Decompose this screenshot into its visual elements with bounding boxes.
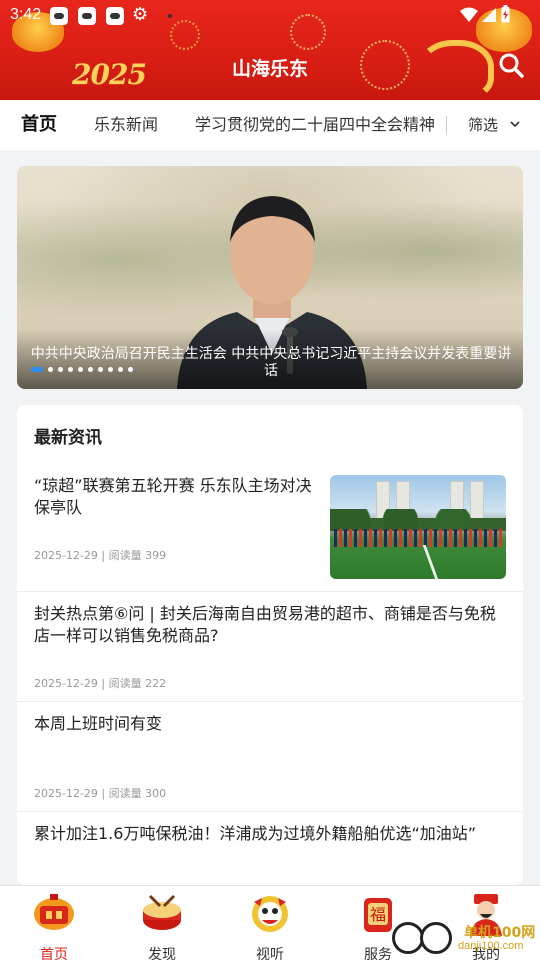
app-title: 山海乐东	[231, 58, 308, 80]
search-icon[interactable]	[498, 52, 524, 78]
car-app-icon	[78, 7, 96, 25]
news-meta: 2025-12-29 | 阅读量 222	[34, 677, 167, 690]
status-dot-icon	[168, 14, 172, 18]
watermark-text: 单机100网	[464, 925, 536, 941]
news-item[interactable]: “琼超”联赛第五轮开赛 乐东队主场对决保亭队 2025-12-29 | 阅读量 …	[17, 465, 523, 592]
thumb-trees	[330, 509, 506, 531]
battery-icon	[501, 5, 510, 23]
news-title[interactable]: “琼超”联赛第五轮开赛 乐东队主场对决保亭队	[34, 475, 314, 519]
news-thumbnail[interactable]	[330, 475, 506, 579]
gear-icon: ⚙	[132, 4, 149, 25]
app-header: 2025 3:42 ⚙ 山海乐东	[0, 0, 540, 100]
news-title[interactable]: 封关热点第⑥问 | 封关后海南自由贸易港的超市、商铺是否与免税店一样可以销售免税…	[34, 603, 504, 647]
svg-text:福: 福	[370, 905, 386, 924]
news-title[interactable]: 累计加注1.6万吨保税油！洋浦成为过境外籍船舶优选“加油站”	[34, 823, 504, 845]
nav-audiovisual[interactable]: 视听	[216, 886, 324, 960]
category-tabs: 首页 乐东新闻 学习贯彻党的二十届四中全会精神 筛选	[0, 100, 540, 150]
carousel-dot[interactable]	[128, 367, 133, 372]
watermark-logo: 单机100网 danji100.com	[392, 918, 540, 960]
carousel-dot[interactable]	[58, 367, 63, 372]
carousel-dot[interactable]	[108, 367, 113, 372]
watermark-url: danji100.com	[458, 940, 524, 952]
thumb-players	[334, 529, 502, 547]
banner-caption[interactable]: 中共中央政治局召开民主生活会 中共中央总书记习近平主持会议并发表重要讲话	[29, 346, 513, 380]
filter-button[interactable]: 筛选	[468, 100, 498, 150]
banner-carousel[interactable]: 中共中央政治局召开民主生活会 中共中央总书记习近平主持会议并发表重要讲话	[17, 166, 523, 389]
tab-home[interactable]: 首页	[21, 100, 57, 150]
tab-ledong-news[interactable]: 乐东新闻	[94, 100, 158, 150]
nav-label: 视听	[256, 947, 284, 960]
drum-icon	[143, 894, 181, 930]
lion-dance-icon	[252, 896, 288, 932]
carousel-dot[interactable]	[48, 367, 53, 372]
wifi-icon	[460, 7, 478, 22]
carousel-dot[interactable]	[68, 367, 73, 372]
status-time: 3:42	[10, 6, 42, 23]
chevron-down-icon[interactable]	[510, 119, 520, 129]
news-section-heading: 最新资讯	[34, 428, 102, 448]
carousel-dot[interactable]	[31, 367, 43, 372]
news-title[interactable]: 本周上班时间有变	[34, 713, 504, 735]
carousel-dot[interactable]	[78, 367, 83, 372]
car-app-icon	[50, 7, 68, 25]
nav-home[interactable]: 首页	[0, 886, 108, 960]
news-item[interactable]: 封关热点第⑥问 | 封关后海南自由贸易港的超市、商铺是否与免税店一样可以销售免税…	[17, 592, 523, 702]
news-item[interactable]: 累计加注1.6万吨保税油！洋浦成为过境外籍船舶优选“加油站”	[17, 812, 523, 885]
watermark-play-icon	[420, 922, 452, 954]
carousel-indicator	[31, 367, 138, 373]
latest-news-card: 最新资讯 “琼超”联赛第五轮开赛 乐东队主场对决保亭队 2025-12-29 |…	[17, 405, 523, 885]
nav-label: 首页	[40, 947, 68, 960]
carousel-dot[interactable]	[118, 367, 123, 372]
news-meta: 2025-12-29 | 阅读量 399	[34, 549, 167, 562]
news-meta: 2025-12-29 | 阅读量 300	[34, 787, 167, 800]
thumb-field-line	[422, 545, 441, 579]
notification-app-icon	[106, 7, 124, 25]
nav-label: 发现	[148, 947, 176, 960]
carousel-dot[interactable]	[88, 367, 93, 372]
home-lantern-icon	[34, 894, 74, 930]
status-bar: 3:42 ⚙	[0, 0, 540, 32]
news-item[interactable]: 本周上班时间有变 2025-12-29 | 阅读量 300	[17, 702, 523, 812]
tab-study-plenum[interactable]: 学习贯彻党的二十届四中全会精神	[195, 100, 435, 150]
nav-discover[interactable]: 发现	[108, 886, 216, 960]
carousel-dot[interactable]	[98, 367, 103, 372]
tab-divider	[446, 116, 447, 134]
signal-icon	[482, 8, 496, 22]
